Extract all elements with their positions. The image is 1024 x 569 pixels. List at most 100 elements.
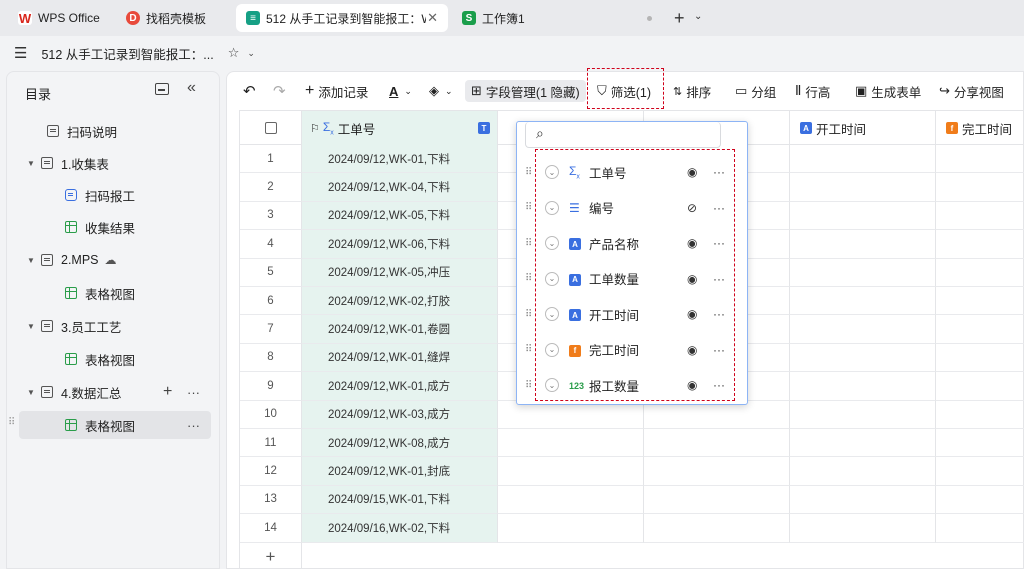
add-row-button[interactable]: +: [240, 543, 302, 569]
add-icon[interactable]: +: [163, 383, 172, 401]
cell-empty[interactable]: [936, 486, 1024, 515]
document-title[interactable]: 512 从手工记录到智能报工：...: [41, 44, 213, 63]
tab-current-document[interactable]: ≡ 512 从手工记录到智能报工：WP ✕: [236, 4, 448, 32]
cell-order-no[interactable]: 2024/09/12,WK-05,下料: [302, 201, 498, 231]
undo-button[interactable]: ↶: [243, 80, 256, 102]
cell-empty[interactable]: [936, 315, 1024, 344]
cell-empty[interactable]: [790, 315, 936, 344]
cell-empty[interactable]: [644, 514, 790, 543]
caret-down-icon[interactable]: ▼: [27, 256, 41, 265]
new-tab-icon[interactable]: +: [674, 8, 685, 29]
caret-down-icon[interactable]: ▼: [27, 322, 41, 331]
row-number[interactable]: 6: [240, 287, 302, 316]
tab-docer-templates[interactable]: D 找稻壳模板: [116, 4, 228, 32]
row-number[interactable]: 1: [240, 145, 302, 174]
tab-wps-office[interactable]: W WPS Office: [8, 4, 108, 32]
drag-handle-icon[interactable]: ⠿: [525, 344, 532, 355]
cell-order-no[interactable]: 2024/09/12,WK-01,缝焊: [302, 343, 498, 373]
cell-empty[interactable]: [790, 343, 936, 373]
cell-empty[interactable]: [936, 230, 1024, 259]
cell-order-no[interactable]: 2024/09/12,WK-02,打胶: [302, 287, 498, 316]
cell-empty[interactable]: [936, 202, 1024, 231]
cell-order-no[interactable]: 2024/09/12,WK-01,下料: [302, 145, 498, 174]
select-all-checkbox[interactable]: [240, 111, 302, 145]
star-icon[interactable]: ☆: [228, 45, 240, 61]
drag-handle-icon[interactable]: ⠿: [525, 167, 532, 178]
sidebar-item-scan-report[interactable]: 扫码报工: [7, 181, 211, 209]
cell-order-no[interactable]: 2024/09/12,WK-03,成方: [302, 400, 498, 429]
sidebar-item-mps[interactable]: ▼ 2.MPS ☁: [7, 246, 211, 274]
drag-handle-icon[interactable]: ⠿: [8, 417, 15, 428]
cell-order-no[interactable]: 2024/09/12,WK-08,成方: [302, 429, 498, 458]
cell-empty[interactable]: [790, 400, 936, 429]
cell-empty[interactable]: [790, 230, 936, 259]
cell-empty[interactable]: [498, 514, 644, 543]
cell-order-no[interactable]: 2024/09/12,WK-04,下料: [302, 173, 498, 202]
cell-order-no[interactable]: 2024/09/12,WK-05,冲压: [302, 258, 498, 287]
drag-handle-icon[interactable]: ⠿: [525, 380, 532, 391]
row-number[interactable]: 7: [240, 315, 302, 344]
row-number[interactable]: 11: [240, 429, 302, 458]
cell-empty[interactable]: [936, 429, 1024, 458]
drag-handle-icon[interactable]: ⠿: [525, 309, 532, 320]
more-icon[interactable]: ···: [187, 418, 200, 433]
row-number[interactable]: 5: [240, 258, 302, 287]
column-header-start-time[interactable]: A 开工时间: [790, 111, 936, 145]
sidebar-item-employee-process[interactable]: ▼ 3.员工工艺: [7, 312, 211, 340]
cell-order-no[interactable]: 2024/09/12,WK-06,下料: [302, 230, 498, 259]
cell-order-no[interactable]: 2024/09/12,WK-01,封底: [302, 457, 498, 486]
row-number[interactable]: 4: [240, 230, 302, 259]
field-manage-button[interactable]: ⊞ 字段管理(1 隐藏): [465, 80, 586, 102]
sidebar-item-data-summary[interactable]: ▼ 4.数据汇总 + ···: [7, 378, 211, 406]
group-button[interactable]: ▭ 分组: [735, 80, 776, 102]
cell-empty[interactable]: [790, 173, 936, 202]
fill-color-button[interactable]: ◈ ⌄: [429, 80, 453, 102]
cell-empty[interactable]: [936, 372, 1024, 401]
cell-empty[interactable]: [498, 485, 644, 515]
cell-empty[interactable]: [790, 457, 936, 486]
cell-empty[interactable]: [790, 258, 936, 287]
sidebar-item-collect-table[interactable]: ▼ 1.收集表: [7, 149, 211, 177]
caret-down-icon[interactable]: ▼: [27, 388, 41, 397]
cell-order-no[interactable]: 2024/09/16,WK-02,下料: [302, 514, 498, 543]
sidebar-item-mps-grid-view[interactable]: 表格视图: [7, 279, 211, 307]
sidebar-item-summary-grid-view[interactable]: 表格视图 ···: [19, 411, 211, 439]
caret-down-icon[interactable]: ▼: [27, 159, 41, 168]
column-header-finish-time[interactable]: f 完工时间: [936, 111, 1024, 145]
font-color-button[interactable]: A ⌄: [389, 80, 412, 102]
row-number[interactable]: 8: [240, 343, 302, 373]
cell-empty[interactable]: [936, 145, 1024, 174]
field-search-input[interactable]: ⌕: [525, 122, 721, 148]
cell-empty[interactable]: [790, 145, 936, 174]
cell-empty[interactable]: [936, 457, 1024, 486]
sidebar-item-employee-grid-view[interactable]: 表格视图: [7, 345, 211, 373]
row-number[interactable]: 13: [240, 485, 302, 515]
cell-empty[interactable]: [644, 429, 790, 458]
sidebar-item-collect-results[interactable]: 收集结果: [7, 213, 211, 241]
chevron-down-icon[interactable]: ⌄: [247, 48, 255, 59]
cell-empty[interactable]: [790, 372, 936, 401]
cell-empty[interactable]: [790, 485, 936, 515]
cell-empty[interactable]: [790, 429, 936, 458]
column-header-order-no[interactable]: ⚐ Σx 工单号 T: [302, 111, 498, 145]
collapse-panel-icon[interactable]: [155, 83, 169, 95]
tab-workbook[interactable]: S 工作簿1: [452, 4, 664, 32]
row-number[interactable]: 14: [240, 514, 302, 543]
cell-empty[interactable]: [790, 514, 936, 543]
cell-empty[interactable]: [644, 457, 790, 486]
more-icon[interactable]: ···: [187, 385, 200, 400]
redo-button[interactable]: ↷: [273, 80, 286, 102]
add-record-button[interactable]: + 添加记录: [305, 80, 368, 102]
sidebar-item-scan-guide[interactable]: 扫码说明: [7, 117, 211, 145]
row-number[interactable]: 3: [240, 201, 302, 231]
cell-empty[interactable]: [498, 429, 644, 458]
double-chevron-left-icon[interactable]: «: [187, 79, 196, 97]
cell-order-no[interactable]: 2024/09/12,WK-01,成方: [302, 372, 498, 401]
share-view-button[interactable]: ↪ 分享视图: [939, 80, 1004, 102]
cell-empty[interactable]: [936, 173, 1024, 202]
cell-empty[interactable]: [936, 287, 1024, 316]
generate-form-button[interactable]: ▣ 生成表单: [855, 80, 921, 102]
drag-handle-icon[interactable]: ⠿: [525, 273, 532, 284]
row-number[interactable]: 9: [240, 372, 302, 401]
chevron-down-icon[interactable]: ⌄: [694, 11, 702, 22]
